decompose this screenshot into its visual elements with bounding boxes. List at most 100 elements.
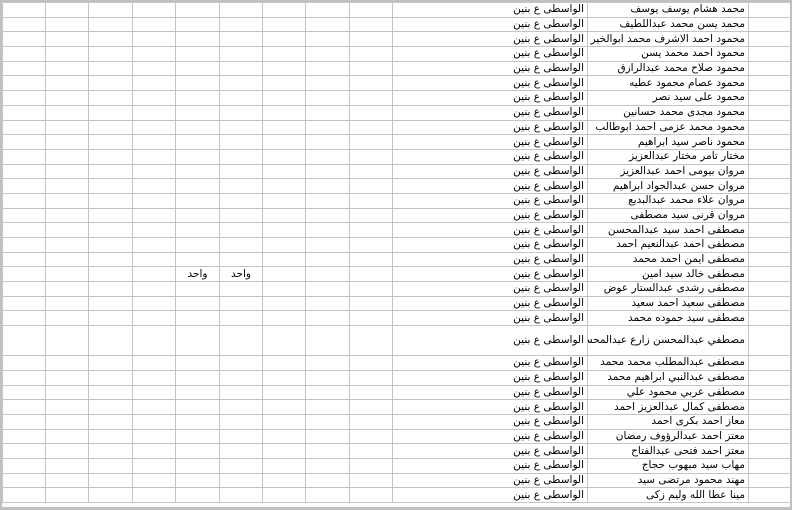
cell-student-name[interactable]: محمود عصام محمود عطيه [587, 75, 749, 92]
cell-extra[interactable] [88, 384, 133, 401]
cell-extra[interactable] [45, 428, 89, 445]
cell-extra[interactable] [88, 46, 133, 62]
cell-extra[interactable] [349, 222, 393, 238]
cell-extra[interactable] [2, 46, 46, 62]
cell-student-name[interactable]: محمود احمد الاشرف محمد ابوالخير [587, 31, 749, 48]
cell-blank[interactable] [748, 237, 790, 253]
cell-extra[interactable] [262, 281, 306, 297]
cell-extra[interactable] [262, 355, 306, 371]
cell-extra[interactable] [262, 399, 306, 415]
cell-extra[interactable] [88, 295, 133, 312]
cell-extra[interactable] [132, 295, 176, 312]
cell-extra[interactable] [132, 281, 176, 297]
cell-extra[interactable] [2, 16, 46, 33]
cell-student-name[interactable]: معاز احمد بكرى احمد [587, 413, 749, 430]
cell-blank[interactable] [748, 325, 790, 357]
cell-extra[interactable] [45, 413, 89, 430]
cell-school[interactable]: الواسطى ع بنين [392, 266, 588, 283]
cell-extra[interactable] [349, 148, 393, 165]
cell-extra[interactable] [88, 60, 133, 77]
cell-extra[interactable] [132, 104, 176, 121]
cell-extra[interactable] [219, 192, 263, 209]
cell-blank[interactable] [748, 295, 790, 312]
cell-school[interactable]: الواسطى ع بنين [392, 413, 588, 430]
cell-extra[interactable] [132, 60, 176, 77]
cell-school[interactable]: الواسطى ع بنين [392, 31, 588, 48]
cell-extra[interactable] [175, 46, 220, 62]
cell-extra[interactable] [132, 384, 176, 401]
cell-school[interactable]: الواسطى ع بنين [392, 90, 588, 106]
cell-extra[interactable] [175, 192, 220, 209]
cell-extra[interactable] [305, 222, 350, 238]
cell-student-name[interactable]: مهاب سيد مبهوب حجاج [587, 457, 749, 474]
cell-extra[interactable]: واحد [219, 266, 263, 283]
cell-extra[interactable] [132, 428, 176, 445]
cell-extra[interactable] [88, 487, 133, 503]
cell-extra[interactable] [262, 192, 306, 209]
cell-extra[interactable] [349, 281, 393, 297]
cell-extra[interactable] [305, 60, 350, 77]
cell-extra[interactable] [88, 119, 133, 136]
cell-extra[interactable] [132, 399, 176, 415]
cell-extra[interactable] [175, 325, 220, 357]
cell-extra[interactable] [262, 134, 306, 150]
cell-extra[interactable] [45, 104, 89, 121]
cell-extra[interactable] [132, 266, 176, 283]
cell-extra[interactable] [305, 457, 350, 474]
cell-extra[interactable] [88, 457, 133, 474]
cell-extra[interactable] [45, 2, 89, 18]
cell-blank[interactable] [748, 399, 790, 415]
cell-extra[interactable] [45, 457, 89, 474]
cell-extra[interactable] [132, 310, 176, 327]
cell-extra[interactable] [45, 443, 89, 459]
cell-school[interactable]: الواسطى ع بنين [392, 178, 588, 194]
cell-blank[interactable] [748, 60, 790, 77]
cell-blank[interactable] [748, 90, 790, 106]
cell-extra[interactable] [219, 119, 263, 136]
cell-blank[interactable] [748, 384, 790, 401]
cell-extra[interactable] [88, 178, 133, 194]
cell-extra[interactable] [45, 369, 89, 386]
cell-extra[interactable] [2, 90, 46, 106]
cell-extra[interactable] [219, 487, 263, 503]
cell-extra[interactable] [45, 90, 89, 106]
cell-extra[interactable] [88, 75, 133, 92]
cell-extra[interactable] [175, 399, 220, 415]
cell-blank[interactable] [748, 163, 790, 180]
cell-extra[interactable] [132, 457, 176, 474]
cell-school[interactable]: الواسطى ع بنين [392, 281, 588, 297]
cell-extra[interactable] [2, 251, 46, 268]
cell-extra[interactable] [45, 148, 89, 165]
cell-extra[interactable] [45, 119, 89, 136]
cell-school[interactable]: الواسطى ع بنين [392, 134, 588, 150]
cell-blank[interactable] [748, 192, 790, 209]
cell-extra[interactable] [349, 472, 393, 489]
cell-extra[interactable] [132, 325, 176, 357]
cell-extra[interactable] [349, 178, 393, 194]
cell-extra[interactable] [2, 266, 46, 283]
cell-school[interactable]: الواسطى ع بنين [392, 251, 588, 268]
cell-extra[interactable] [305, 413, 350, 430]
cell-extra[interactable] [132, 369, 176, 386]
cell-blank[interactable] [748, 310, 790, 327]
cell-extra[interactable] [132, 207, 176, 224]
cell-extra[interactable] [305, 192, 350, 209]
cell-extra[interactable] [45, 163, 89, 180]
cell-blank[interactable] [748, 266, 790, 283]
cell-blank[interactable] [748, 443, 790, 459]
cell-extra[interactable] [88, 428, 133, 445]
cell-extra[interactable] [45, 237, 89, 253]
cell-extra[interactable] [219, 90, 263, 106]
cell-extra[interactable] [219, 2, 263, 18]
cell-extra[interactable] [45, 192, 89, 209]
cell-extra[interactable] [175, 355, 220, 371]
cell-school[interactable]: الواسطى ع بنين [392, 295, 588, 312]
cell-extra[interactable] [132, 413, 176, 430]
cell-extra[interactable] [349, 369, 393, 386]
cell-extra[interactable] [88, 266, 133, 283]
cell-extra[interactable] [88, 134, 133, 150]
cell-extra[interactable] [132, 222, 176, 238]
cell-extra[interactable] [305, 384, 350, 401]
cell-extra[interactable] [175, 207, 220, 224]
cell-extra[interactable] [88, 2, 133, 18]
